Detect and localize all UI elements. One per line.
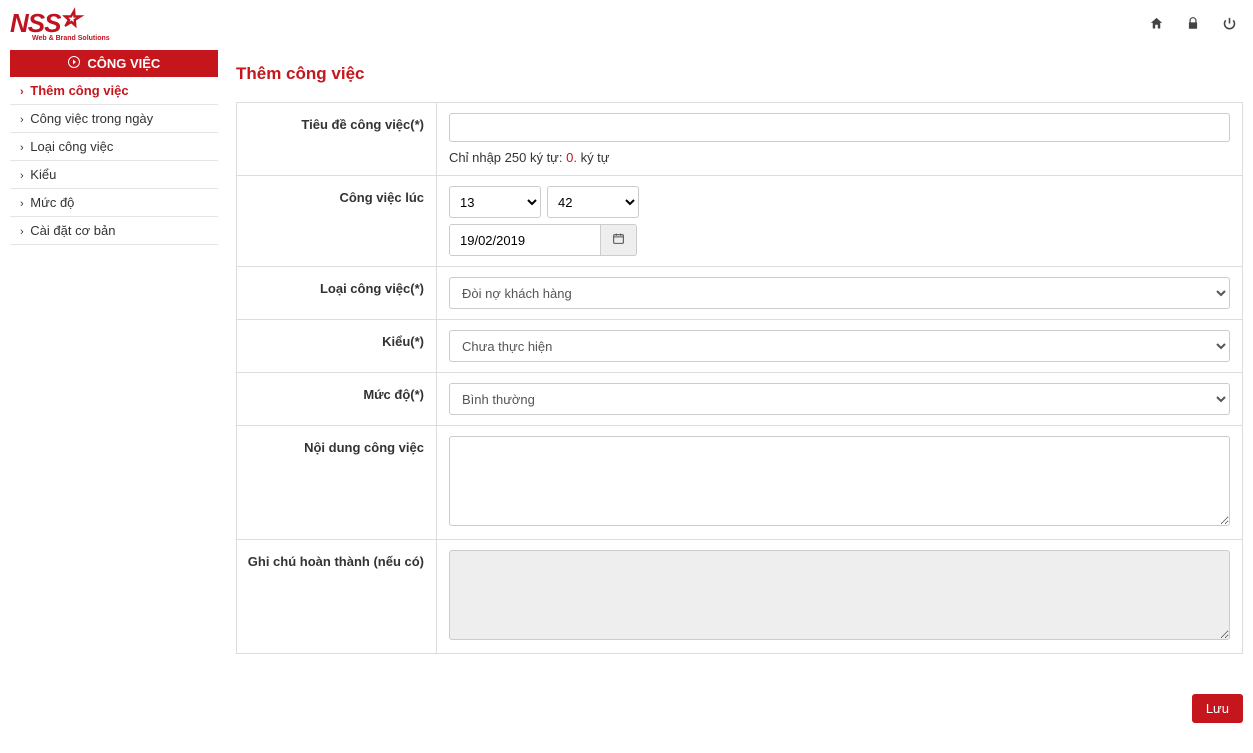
chevron-right-icon: ›	[20, 86, 24, 98]
row-type: Loại công việc(*) Đòi nợ khách hàng	[237, 267, 1242, 320]
chevron-right-icon: ›	[20, 170, 24, 182]
label-content: Nội dung công việc	[237, 426, 437, 539]
label-type: Loại công việc(*)	[237, 267, 437, 319]
label-note: Ghi chú hoàn thành (nếu có)	[237, 540, 437, 653]
power-icon[interactable]	[1222, 16, 1237, 35]
row-level: Mức độ(*) Bình thường	[237, 373, 1242, 426]
form: Tiêu đề công việc(*) Chỉ nhập 250 ký tự:…	[236, 102, 1243, 654]
row-content: Nội dung công việc	[237, 426, 1242, 540]
level-select[interactable]: Bình thường	[449, 383, 1230, 415]
title-input[interactable]	[449, 113, 1230, 142]
hint-suffix: ký tự	[577, 150, 610, 165]
sidebar-item-label: Cài đặt cơ bản	[30, 223, 115, 238]
sidebar-item-add-task[interactable]: › Thêm công việc	[10, 77, 218, 105]
row-title: Tiêu đề công việc(*) Chỉ nhập 250 ký tự:…	[237, 103, 1242, 176]
row-style: Kiểu(*) Chưa thực hiện	[237, 320, 1242, 373]
style-select[interactable]: Chưa thực hiện	[449, 330, 1230, 362]
sidebar-item-label: Mức độ	[30, 195, 74, 210]
topbar-icons	[1149, 16, 1237, 35]
logo-block: NSS☆ Web & Brand Solutions	[10, 8, 110, 42]
calendar-icon	[612, 232, 625, 248]
star-icon: ☆	[60, 6, 79, 32]
chevron-right-icon: ›	[20, 198, 24, 210]
sidebar-header-label: CÔNG VIỆC	[87, 56, 160, 71]
home-icon[interactable]	[1149, 16, 1164, 35]
sidebar-header[interactable]: CÔNG VIỆC	[10, 50, 218, 77]
chevron-circle-icon	[68, 56, 80, 71]
label-title: Tiêu đề công việc(*)	[237, 103, 437, 175]
page-title: Thêm công việc	[236, 64, 1243, 84]
row-schedule: Công việc lúc 13 42	[237, 176, 1242, 267]
main-content: Thêm công việc Tiêu đề công việc(*) Chỉ …	[218, 50, 1253, 753]
chevron-right-icon: ›	[20, 114, 24, 126]
label-schedule: Công việc lúc	[237, 176, 437, 266]
sidebar-item-label: Công việc trong ngày	[30, 111, 153, 126]
calendar-button[interactable]	[600, 225, 636, 255]
sidebar: CÔNG VIỆC › Thêm công việc › Công việc t…	[10, 50, 218, 245]
row-note: Ghi chú hoàn thành (nếu có)	[237, 540, 1242, 653]
note-textarea[interactable]	[449, 550, 1230, 640]
sidebar-item-level[interactable]: › Mức độ	[10, 189, 218, 217]
footer-actions: Lưu	[236, 694, 1243, 723]
topbar: NSS☆ Web & Brand Solutions	[0, 0, 1253, 50]
content-textarea[interactable]	[449, 436, 1230, 526]
sidebar-item-basic-settings[interactable]: › Cài đặt cơ bản	[10, 217, 218, 245]
title-hint: Chỉ nhập 250 ký tự: 0. ký tự	[449, 150, 1230, 165]
sidebar-item-label: Loại công việc	[30, 139, 113, 154]
hint-count: 0.	[566, 150, 577, 165]
type-select[interactable]: Đòi nợ khách hàng	[449, 277, 1230, 309]
lock-icon[interactable]	[1186, 16, 1200, 35]
sidebar-item-label: Kiểu	[30, 167, 56, 182]
hour-select[interactable]: 13	[449, 186, 541, 218]
sidebar-item-task-type[interactable]: › Loại công việc	[10, 133, 218, 161]
label-style: Kiểu(*)	[237, 320, 437, 372]
sidebar-item-today-tasks[interactable]: › Công việc trong ngày	[10, 105, 218, 133]
date-input[interactable]	[450, 225, 600, 255]
minute-select[interactable]: 42	[547, 186, 639, 218]
save-button[interactable]: Lưu	[1192, 694, 1243, 723]
date-group	[449, 224, 637, 256]
sidebar-item-label: Thêm công việc	[30, 83, 128, 98]
label-level: Mức độ(*)	[237, 373, 437, 425]
sidebar-item-style[interactable]: › Kiểu	[10, 161, 218, 189]
hint-prefix: Chỉ nhập 250 ký tự:	[449, 150, 566, 165]
chevron-right-icon: ›	[20, 142, 24, 154]
brand-tagline: Web & Brand Solutions	[32, 35, 110, 42]
chevron-right-icon: ›	[20, 226, 24, 238]
